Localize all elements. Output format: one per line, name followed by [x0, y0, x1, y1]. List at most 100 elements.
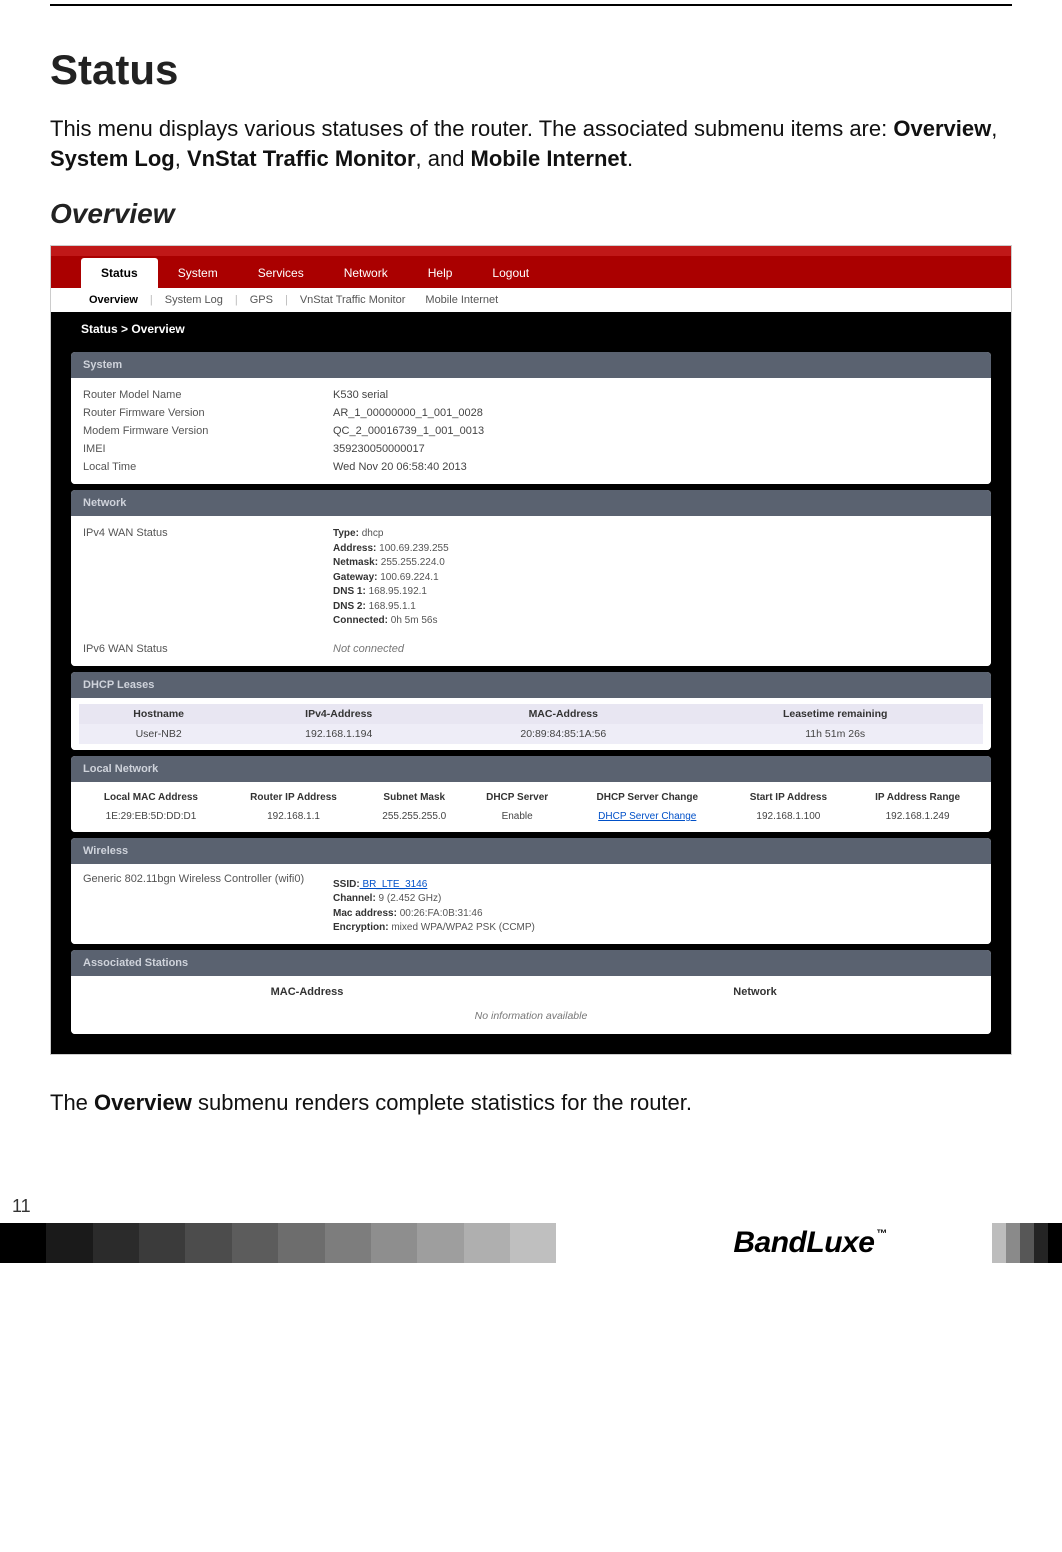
subnav-system-log[interactable]: System Log	[157, 294, 231, 306]
header-red-bar	[51, 246, 1011, 256]
wmac-l: Mac address:	[333, 908, 397, 919]
after-text: The Overview submenu renders complete st…	[50, 1090, 1012, 1116]
intro-b2: System Log	[50, 146, 175, 171]
panel-wireless-header: Wireless	[71, 838, 991, 864]
tab-system[interactable]: System	[158, 258, 238, 288]
imei-label: IMEI	[83, 443, 333, 455]
tab-logout[interactable]: Logout	[472, 258, 549, 288]
dhcp-server-change-link[interactable]: DHCP Server Change	[568, 807, 727, 826]
footer-gradient	[0, 1223, 556, 1263]
after-pre: The	[50, 1090, 94, 1115]
td-dhcp-server: Enable	[466, 807, 568, 826]
sep: |	[150, 294, 153, 306]
local-network-table: Local MAC Address Router IP Address Subn…	[77, 788, 985, 826]
th-dhcp-change: DHCP Server Change	[568, 788, 727, 807]
local-time-value: Wed Nov 20 06:58:40 2013	[333, 461, 467, 473]
td-ipv4: 192.168.1.194	[238, 724, 439, 744]
brand-stripes	[992, 1223, 1062, 1263]
sep: |	[285, 294, 288, 306]
th-local-mac: Local MAC Address	[77, 788, 225, 807]
table-header-row: Hostname IPv4-Address MAC-Address Leaset…	[79, 704, 983, 724]
assoc-empty-text: No information available	[83, 1004, 979, 1034]
th-ip-range: IP Address Range	[850, 788, 985, 807]
intro-s4: .	[627, 146, 633, 171]
td-subnet: 255.255.255.0	[362, 807, 466, 826]
panel-local-network: Local Network Local MAC Address Router I…	[71, 756, 991, 832]
panel-assoc-header: Associated Stations	[71, 950, 991, 976]
ssid-l: SSID:	[333, 879, 360, 890]
panel-system: System Router Model NameK530 serial Rout…	[71, 352, 991, 484]
dns1-v: 168.95.192.1	[366, 586, 427, 597]
intro-b4: Mobile Internet	[471, 146, 627, 171]
fw-version-value: AR_1_00000000_1_001_0028	[333, 407, 483, 419]
gw-l: Gateway:	[333, 572, 377, 583]
ssid-link[interactable]: BR_LTE_3146	[360, 879, 428, 890]
gw-v: 100.69.224.1	[377, 572, 438, 583]
td-start-ip: 192.168.1.100	[727, 807, 851, 826]
sub-nav: Overview | System Log | GPS | VnStat Traffi…	[51, 288, 1011, 312]
subnav-mobile[interactable]: Mobile Internet	[417, 294, 506, 306]
ipv6-wan-value: Not connected	[333, 643, 404, 655]
table-row: User-NB2 192.168.1.194 20:89:84:85:1A:56…	[79, 724, 983, 744]
intro-s1: ,	[991, 116, 997, 141]
enc-v: mixed WPA/WPA2 PSK (CCMP)	[389, 922, 535, 933]
td-ip-range: 192.168.1.249	[850, 807, 985, 826]
enc-l: Encryption:	[333, 922, 389, 933]
panel-dhcp-leases: DHCP Leases Hostname IPv4-Address MAC-Ad…	[71, 672, 991, 750]
dns1-l: DNS 1:	[333, 586, 366, 597]
panel-wireless: Wireless Generic 802.11bgn Wireless Cont…	[71, 838, 991, 944]
channel-l: Channel:	[333, 893, 376, 904]
wireless-controller-label: Generic 802.11bgn Wireless Controller (w…	[83, 872, 333, 936]
td-local-mac: 1E:29:EB:5D:DD:D1	[77, 807, 225, 826]
subnav-vnstat[interactable]: VnStat Traffic Monitor	[292, 294, 414, 306]
type-v: dhcp	[359, 528, 383, 539]
conn-l: Connected:	[333, 615, 388, 626]
dhcp-table: Hostname IPv4-Address MAC-Address Leaset…	[79, 704, 983, 744]
dns2-l: DNS 2:	[333, 601, 366, 612]
intro-s3: , and	[416, 146, 471, 171]
subnav-gps[interactable]: GPS	[242, 294, 281, 306]
th-assoc-mac: MAC-Address	[83, 986, 531, 998]
subnav-overview[interactable]: Overview	[81, 294, 146, 306]
panel-network-header: Network	[71, 490, 991, 516]
th-subnet: Subnet Mask	[362, 788, 466, 807]
tab-network[interactable]: Network	[324, 258, 408, 288]
type-l: Type:	[333, 528, 359, 539]
td-router-ip: 192.168.1.1	[225, 807, 362, 826]
ipv4-wan-details: Type: dhcp Address: 100.69.239.255 Netma…	[333, 527, 449, 629]
assoc-header-row: MAC-Address Network	[83, 980, 979, 1004]
sep: |	[235, 294, 238, 306]
th-hostname: Hostname	[79, 704, 238, 724]
brand-text: BandLuxe	[733, 1226, 874, 1259]
th-ipv4: IPv4-Address	[238, 704, 439, 724]
intro-b3: VnStat Traffic Monitor	[187, 146, 416, 171]
mask-v: 255.255.224.0	[378, 557, 445, 568]
tab-help[interactable]: Help	[408, 258, 473, 288]
wmac-v: 00:26:FA:0B:31:46	[397, 908, 483, 919]
main-tabs: Status System Services Network Help Logo…	[51, 256, 1011, 288]
th-dhcp-server: DHCP Server	[466, 788, 568, 807]
tab-status[interactable]: Status	[81, 258, 158, 288]
modem-fw-value: QC_2_00016739_1_001_0013	[333, 425, 484, 437]
model-name-value: K530 serial	[333, 389, 388, 401]
page-title: Status	[50, 46, 1012, 94]
intro-b1: Overview	[893, 116, 991, 141]
intro-pre: This menu displays various statuses of t…	[50, 116, 893, 141]
th-assoc-network: Network	[531, 986, 979, 998]
trademark-icon: ™	[876, 1228, 887, 1240]
ipv4-wan-label: IPv4 WAN Status	[83, 527, 333, 629]
th-lease: Leasetime remaining	[687, 704, 983, 724]
th-start-ip: Start IP Address	[727, 788, 851, 807]
mask-l: Netmask:	[333, 557, 378, 568]
intro-s2: ,	[175, 146, 187, 171]
router-screenshot: Status System Services Network Help Logo…	[50, 245, 1012, 1055]
panel-associated-stations: Associated Stations MAC-Address Network …	[71, 950, 991, 1034]
breadcrumb: Status > Overview	[51, 312, 1011, 346]
after-b: Overview	[94, 1090, 192, 1115]
panel-dhcp-header: DHCP Leases	[71, 672, 991, 698]
tab-services[interactable]: Services	[238, 258, 324, 288]
imei-value: 359230050000017	[333, 443, 425, 455]
th-router-ip: Router IP Address	[225, 788, 362, 807]
ipv6-wan-label: IPv6 WAN Status	[83, 643, 333, 655]
td-hostname: User-NB2	[79, 724, 238, 744]
